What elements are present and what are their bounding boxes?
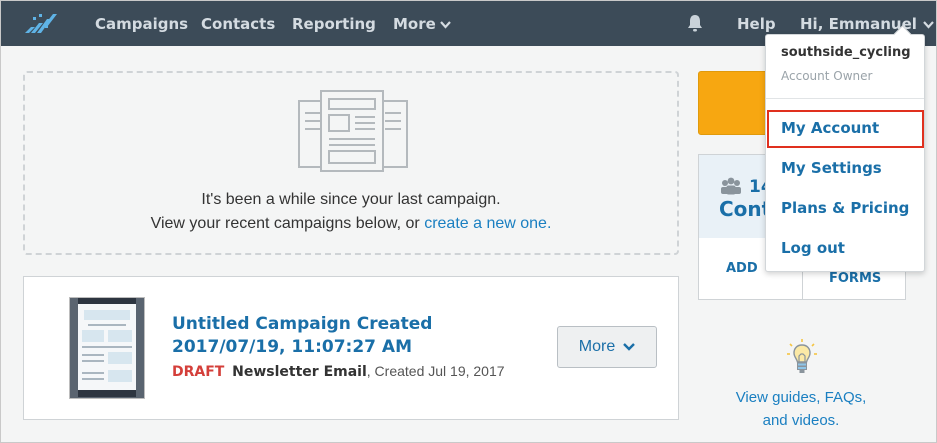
add-contacts-link[interactable]: ADD <box>726 261 758 276</box>
nav-campaigns[interactable]: Campaigns <box>95 15 188 33</box>
empty-state-message: It's been a while since your last campai… <box>201 191 501 208</box>
bell-icon[interactable] <box>685 13 705 33</box>
status-badge: DRAFT <box>172 364 225 380</box>
empty-state-prefix: View your recent campaigns below, or <box>150 215 425 232</box>
more-button-label: More <box>578 338 616 355</box>
chevron-down-icon <box>923 20 934 29</box>
people-icon <box>721 177 741 195</box>
user-menu-toggle[interactable]: Hi, Emmanuel <box>800 15 934 33</box>
help-link[interactable]: Help <box>737 15 776 33</box>
nav-more-label: More <box>393 15 436 33</box>
menu-item-my-settings[interactable]: My Settings <box>781 159 882 177</box>
chevron-down-icon <box>623 342 636 351</box>
campaign-type: Newsletter Email <box>232 364 367 380</box>
forms-link[interactable]: FORMS <box>829 271 881 286</box>
chevron-down-icon <box>439 20 451 29</box>
campaign-card: Untitled Campaign Created 2017/07/19, 11… <box>23 276 679 420</box>
app-window: Campaigns Contacts Reporting More Help H… <box>0 0 937 443</box>
campaign-thumbnail[interactable] <box>69 297 145 399</box>
contacts-label: Cont <box>719 197 772 221</box>
menu-item-log-out[interactable]: Log out <box>781 239 845 257</box>
dropdown-divider <box>766 98 924 99</box>
empty-state-subtext: View your recent campaigns below, or cre… <box>25 215 677 233</box>
campaign-title-link[interactable]: Untitled Campaign Created 2017/07/19, 11… <box>172 313 532 359</box>
empty-state-panel: It's been a while since your last campai… <box>23 71 679 255</box>
nav-more[interactable]: More <box>393 15 451 33</box>
campaign-illustration-icon <box>298 90 408 172</box>
nav-contacts[interactable]: Contacts <box>201 15 275 33</box>
guides-link-line2[interactable]: and videos. <box>698 412 904 429</box>
create-campaign-link[interactable]: create a new one. <box>424 215 551 232</box>
nav-reporting[interactable]: Reporting <box>292 15 376 33</box>
menu-item-plans-pricing[interactable]: Plans & Pricing <box>781 199 909 217</box>
dropdown-role: Account Owner <box>781 69 873 83</box>
dropdown-username: southside_cycling <box>781 45 911 60</box>
menu-item-my-account[interactable]: My Account <box>781 119 879 137</box>
lightbulb-icon <box>787 339 817 373</box>
campaign-created-date: , Created Jul 19, 2017 <box>366 363 505 379</box>
brand-logo-icon[interactable] <box>23 11 59 35</box>
campaign-more-button[interactable]: More <box>557 326 657 368</box>
guides-link[interactable]: View guides, FAQs, <box>698 389 904 406</box>
campaign-meta: DRAFT Newsletter Email, Created Jul 19, … <box>172 363 505 380</box>
account-dropdown: southside_cycling Account Owner My Accou… <box>765 25 925 272</box>
